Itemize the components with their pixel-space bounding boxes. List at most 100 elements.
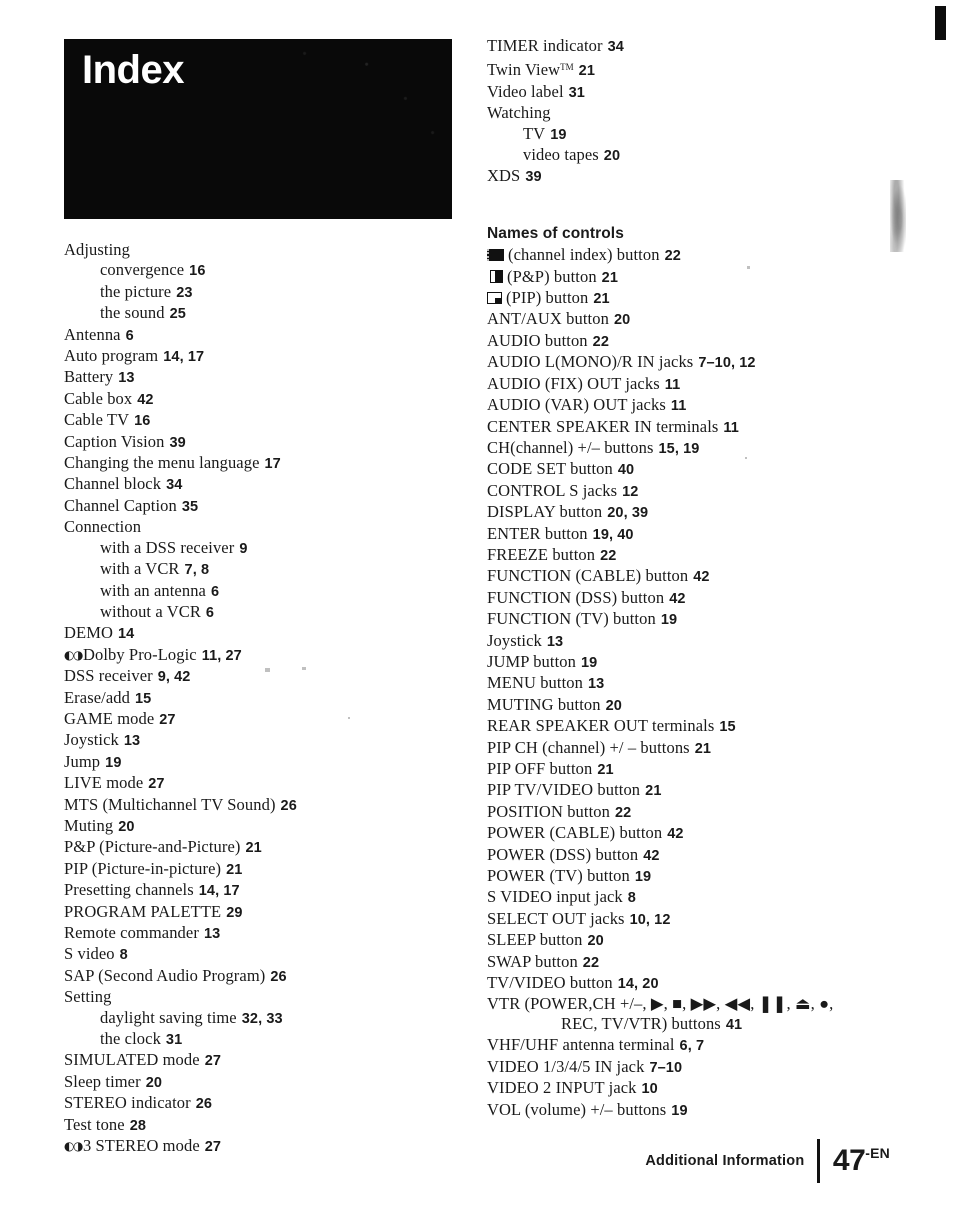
index-entry-pages: 14, 17	[163, 349, 205, 366]
index-entry-pages: 42	[693, 569, 710, 586]
index-entry-label: Test tone	[64, 1114, 125, 1134]
index-entry-pages: 20	[118, 818, 135, 835]
index-entry: Watching	[487, 103, 887, 123]
index-entry-label: FUNCTION (CABLE) button	[487, 566, 689, 586]
footer-divider	[817, 1139, 820, 1183]
index-entry: SLEEP button 20	[487, 930, 887, 951]
index-entry-label: Antenna	[64, 324, 121, 344]
index-entry: (channel index) button 22	[487, 245, 887, 266]
page-thumb-tab	[935, 6, 946, 40]
index-entry-label: VIDEO 2 INPUT jack	[487, 1078, 637, 1098]
index-entry-pages: 6	[210, 583, 220, 600]
index-entry: GAME mode 27	[64, 709, 464, 730]
index-entry-pages: 13	[587, 676, 605, 693]
index-entry-pages: 20	[145, 1074, 163, 1091]
index-entry-pages: 21	[578, 63, 595, 80]
index-entry-label: daylight saving time	[100, 1007, 237, 1027]
index-entry-pages: 35	[181, 498, 199, 515]
index-entry-pages: 7–10, 12	[698, 355, 756, 372]
index-entry-label: SLEEP button	[487, 930, 583, 950]
index-entry: PIP (Picture-in-picture) 21	[64, 859, 464, 880]
index-entry-label: SAP (Second Audio Program)	[64, 965, 266, 985]
index-entry: with an antenna 6	[64, 581, 464, 602]
index-entry-pages: 21	[597, 762, 614, 778]
index-entry: POSITION button 22	[487, 802, 887, 823]
index-entry-pages: 9	[239, 540, 248, 557]
index-entry: FUNCTION (CABLE) button 42	[487, 566, 887, 587]
index-entry-pages: 12	[622, 483, 639, 500]
index-entry-label: DSS receiver	[64, 666, 153, 686]
index-entry: TV 19	[487, 124, 887, 145]
index-entry: Jump 19	[64, 752, 464, 773]
index-entry-label: CH(channel) +/– buttons	[487, 437, 654, 457]
index-entry: S video 8	[64, 944, 464, 965]
index-entry-pages: 8	[627, 890, 636, 907]
dolby-logo-icon: ◐◑	[64, 647, 83, 662]
index-entry: AUDIO (VAR) OUT jacks 11	[487, 395, 887, 416]
index-entry: ◐◑Dolby Pro-Logic 11, 27	[64, 645, 464, 666]
index-entry: with a VCR 7, 8	[64, 559, 464, 580]
index-entry: VHF/UHF antenna terminal 6, 7	[487, 1035, 887, 1056]
index-entry-label: VTR (POWER,CH +/–, ▶, ■, ▶▶, ◀◀, ❚❚, ⏏, …	[487, 994, 834, 1014]
footer-section-label: Additional Information	[645, 1153, 805, 1169]
index-entry: the picture 23	[64, 282, 464, 303]
index-entry: FUNCTION (DSS) button 42	[487, 588, 887, 609]
index-entry-label: POWER (CABLE) button	[487, 823, 663, 843]
index-entry-label: Jump	[64, 751, 101, 771]
index-entry: JUMP button 19	[487, 652, 887, 673]
index-entry: Channel block 34	[64, 474, 464, 495]
index-entry-label: S video	[64, 944, 115, 964]
index-entry-pages: 31	[165, 1032, 183, 1049]
index-entry: (PIP) button 21	[487, 288, 887, 309]
index-entry-label: PIP CH (channel) +/ – buttons	[487, 737, 690, 757]
index-entry-pages: 40	[617, 462, 635, 479]
index-entry-pages: 21	[245, 840, 262, 857]
index-entry: convergence 16	[64, 260, 464, 281]
index-entry-pages: 41	[725, 1016, 743, 1033]
index-entry: SELECT OUT jacks 10, 12	[487, 909, 887, 930]
index-banner: Index	[64, 39, 452, 219]
index-entry-label: GAME mode	[64, 708, 155, 728]
index-entry-pages: 27	[159, 711, 176, 728]
index-entry: ANT/AUX button 20	[487, 309, 887, 330]
index-entry-label: video tapes	[523, 145, 599, 165]
index-entry: AUDIO L(MONO)/R IN jacks 7–10, 12	[487, 352, 887, 373]
index-entry-label: Caption Vision	[64, 431, 165, 451]
index-entries-continued: TIMER indicator 34 Twin ViewTM 21 Video labe…	[487, 36, 887, 188]
scan-smudge-artifact	[890, 180, 906, 252]
index-entry: with a DSS receiver 9	[64, 538, 464, 559]
page-footer: Additional Information 47-EN	[645, 1139, 890, 1183]
index-entry: Presetting channels 14, 17	[64, 880, 464, 901]
index-entry-pages: 13	[546, 633, 564, 650]
index-entry-label: AUDIO button	[487, 330, 588, 350]
index-entry-label: DEMO	[64, 623, 113, 643]
index-entry: ◐◑3 STEREO mode 27	[64, 1136, 464, 1157]
index-entry: Test tone 28	[64, 1115, 464, 1136]
page-title: Index	[82, 48, 184, 92]
picture-in-picture-icon	[487, 292, 502, 305]
index-entry-label: the sound	[100, 303, 165, 323]
index-entry-label: without a VCR	[100, 601, 201, 621]
index-entry: PIP CH (channel) +/ – buttons 21	[487, 738, 887, 759]
index-entry-label: Joystick	[487, 630, 542, 650]
index-column-left: Adjusting convergence 16 the picture 23 the s…	[64, 240, 464, 1157]
index-entry: MUTING button 20	[487, 695, 887, 716]
index-entry-label: JUMP button	[487, 651, 576, 671]
index-entry-label: FREEZE button	[487, 544, 596, 564]
index-entry: daylight saving time 32, 33	[64, 1008, 464, 1029]
index-entry-label: Erase/add	[64, 687, 130, 707]
index-entry-label: Twin View	[487, 60, 561, 80]
index-entry: VIDEO 2 INPUT jack 10	[487, 1078, 887, 1099]
index-entry-continuation: REC, TV/VTR) buttons 41	[561, 1013, 743, 1033]
index-entry-pages: 31	[568, 84, 585, 101]
index-entry-label: POWER (TV) button	[487, 866, 630, 886]
index-entry: CH(channel) +/– buttons 15, 19	[487, 438, 887, 459]
footer-page-number: 47	[832, 1144, 866, 1177]
index-entry-label: REAR SPEAKER OUT terminals	[487, 716, 715, 736]
index-entry: Cable TV 16	[64, 410, 464, 431]
index-entry-pages: 21	[226, 861, 243, 878]
picture-and-picture-icon	[490, 269, 503, 283]
index-entry-pages: 14, 20	[617, 976, 659, 993]
index-entry-pages: 22	[600, 547, 617, 564]
index-entry-label: the clock	[100, 1029, 161, 1049]
